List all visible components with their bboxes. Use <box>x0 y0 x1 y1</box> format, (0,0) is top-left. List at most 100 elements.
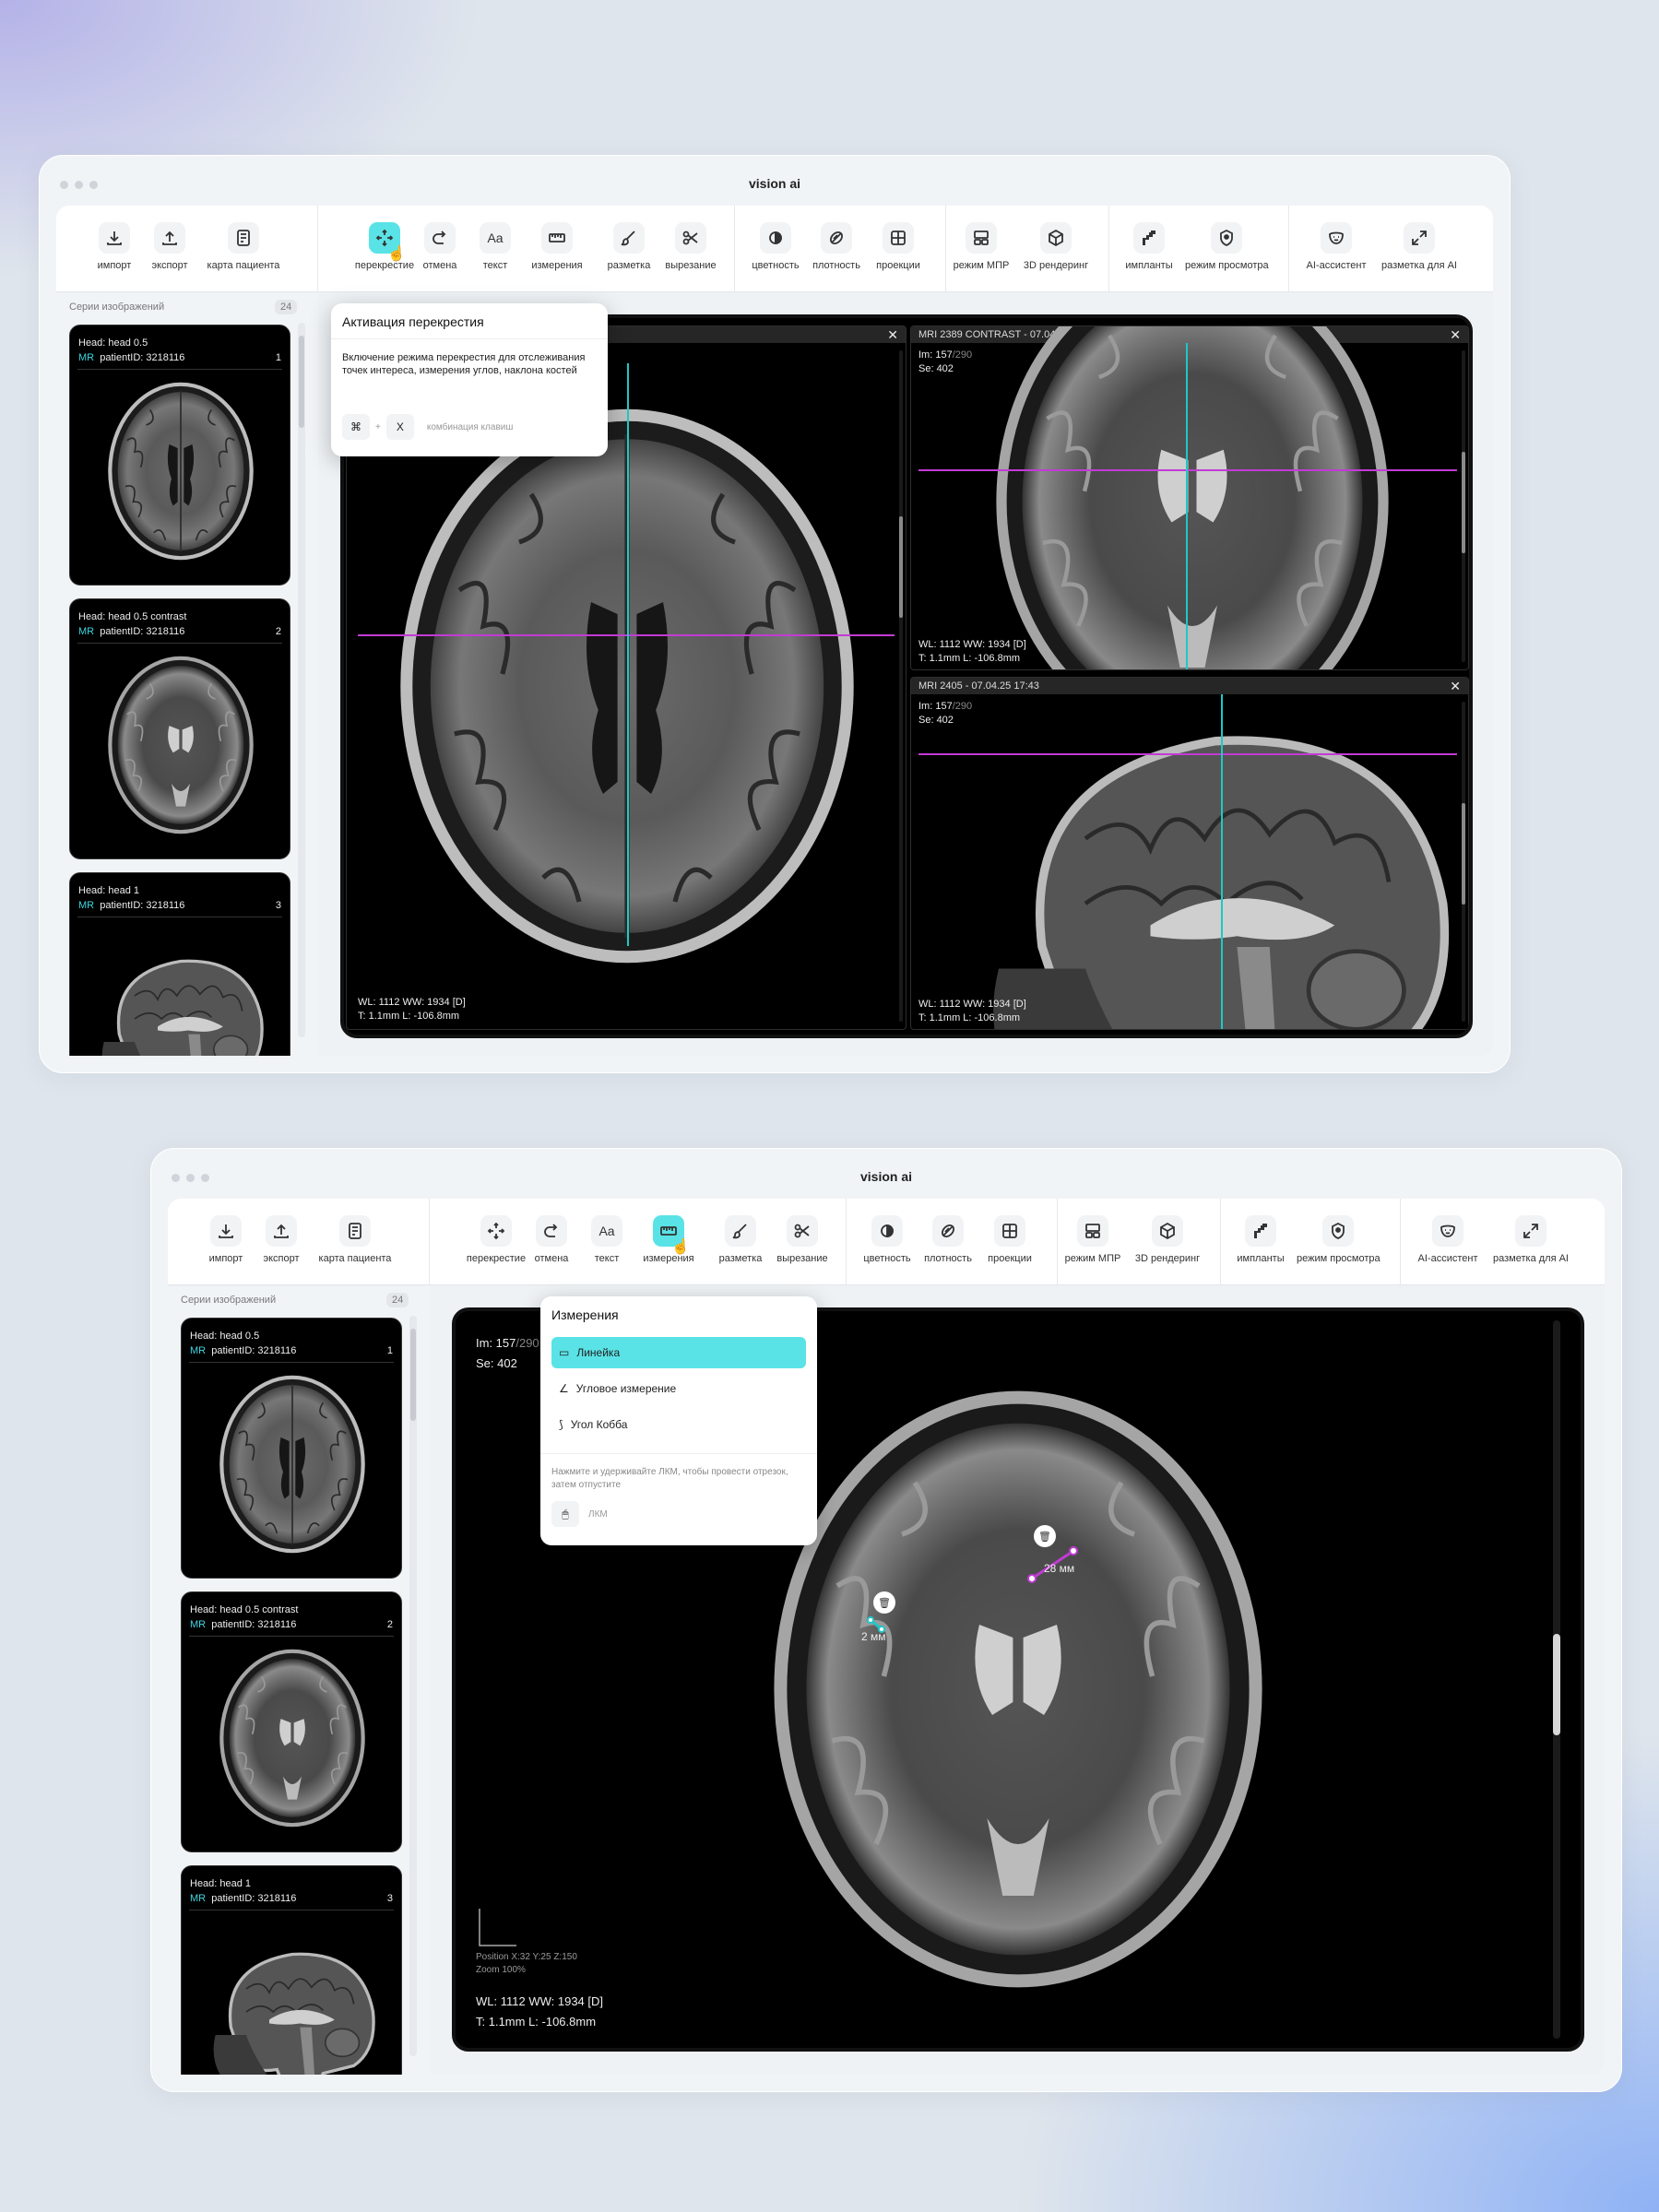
menu-item-cobb-angle[interactable]: ⟆ Угол Кобба <box>551 1409 806 1440</box>
ai-mask-icon <box>1440 1224 1455 1237</box>
crosshair-icon <box>487 1222 505 1240</box>
crosshair-horizontal-line[interactable] <box>918 753 1457 755</box>
upload-icon <box>274 1224 289 1238</box>
document-icon <box>349 1223 361 1239</box>
window-title: vision ai <box>748 176 801 191</box>
series-thumbnail <box>89 927 273 1056</box>
sidebar-header: Серии изображений <box>69 302 165 313</box>
ai-mask-icon <box>1329 231 1344 244</box>
implant-icon <box>1143 231 1155 245</box>
trash-icon[interactable]: 🗑 <box>1034 1525 1056 1547</box>
series-thumbnail <box>89 379 273 563</box>
menu-item-ruler[interactable]: ▭ Линейка <box>551 1337 806 1368</box>
patient-card-button[interactable]: карта пациента <box>314 1215 397 1264</box>
close-icon[interactable]: ✕ <box>1450 327 1461 343</box>
download-icon <box>219 1224 233 1238</box>
layout-icon <box>974 231 989 245</box>
ai-assistant-button[interactable]: AI-ассистент <box>1295 222 1378 271</box>
download-icon <box>107 231 122 245</box>
series-card[interactable]: Head: head 0.5 MR patientID: 3218116 1 <box>181 1318 402 1579</box>
mouse-icon: 🖱 <box>551 1501 579 1527</box>
redo-icon <box>544 1224 558 1237</box>
contrast-icon <box>881 1224 894 1237</box>
sidebar-scrollbar[interactable] <box>409 1316 417 2056</box>
crosshair-horizontal-line[interactable] <box>358 634 895 636</box>
mri-axial-contrast-image <box>985 325 1400 670</box>
series-count-badge: 24 <box>275 300 298 314</box>
viewport-contrast[interactable]: MRI 2389 CONTRAST - 07.04.25 17:43 ✕ Im:… <box>910 325 1469 670</box>
cut-button[interactable]: вырезание <box>761 1215 844 1264</box>
text-icon: Aa <box>487 231 504 245</box>
cube-icon <box>1049 229 1063 247</box>
3d-render-button[interactable]: 3D рендеринг <box>1126 1215 1209 1264</box>
cut-button[interactable]: вырезание <box>649 222 732 271</box>
view-mode-button[interactable]: режим просмотра <box>1185 222 1269 271</box>
mpr-mode-button[interactable]: режим МПР <box>1051 1215 1134 1264</box>
mpr-mode-button[interactable]: режим МПР <box>940 222 1023 271</box>
measurement-label: 28 мм <box>1044 1562 1075 1575</box>
series-card[interactable]: Head: head 1 MR patientID: 3218116 3 <box>181 1865 402 2075</box>
series-card[interactable]: Head: head 0.5 contrast MR patientID: 32… <box>181 1591 402 1852</box>
crosshair-tooltip: Активация перекрестия Включение режима п… <box>331 303 608 456</box>
hand-cursor-icon: ☝ <box>671 1239 690 1255</box>
implants-button[interactable]: импланты <box>1219 1215 1302 1264</box>
sidebar-scrollbar[interactable] <box>298 323 305 1037</box>
layout-icon <box>1085 1224 1100 1238</box>
crosshair-horizontal-line[interactable] <box>918 469 1457 471</box>
viewer-scrollbar[interactable] <box>1553 1320 1560 2039</box>
shortcut-hint: ⌘ + Xкомбинация клавиш <box>342 414 513 440</box>
viewport-scrollbar[interactable] <box>1462 702 1465 1022</box>
app-body: импорт экспорт карта пациента ☝ перекрест… <box>56 206 1493 1056</box>
measurements-menu: Измерения ▭ Линейка ∠ Угловое измерение ⟆ У… <box>540 1296 817 1545</box>
ai-markup-button[interactable]: разметка для AI <box>1489 1215 1572 1264</box>
menu-hint: Нажмите и удерживайте ЛКМ, чтобы провест… <box>551 1467 788 1490</box>
measure-button[interactable]: ☝ измерения <box>627 1215 710 1264</box>
series-thumbnail <box>200 1372 385 1556</box>
scissors-icon <box>794 1224 810 1238</box>
cube-icon <box>1160 1222 1175 1240</box>
grid-icon <box>1002 1224 1017 1238</box>
toolbar: импорт экспорт карта пациента ☝ перекрест… <box>56 206 1493 292</box>
ruler-handle[interactable] <box>1027 1574 1037 1583</box>
ruler-handle[interactable] <box>1069 1546 1078 1555</box>
patient-card-button[interactable]: карта пациента <box>202 222 285 271</box>
series-card[interactable]: Head: head 0.5 contrast MR patientID: 32… <box>69 598 290 859</box>
view-mode-button[interactable]: режим просмотра <box>1297 1215 1381 1264</box>
crosshair-vertical-line[interactable] <box>627 363 629 946</box>
implants-button[interactable]: импланты <box>1108 222 1191 271</box>
expand-icon <box>1523 1224 1538 1238</box>
ruler-handle[interactable] <box>867 1616 874 1624</box>
export-button[interactable]: экспорт <box>128 222 211 271</box>
window-title: vision ai <box>859 1169 913 1184</box>
trash-icon[interactable]: 🗑 <box>873 1591 895 1614</box>
viewport-scrollbar[interactable] <box>899 350 903 1022</box>
ai-assistant-button[interactable]: AI-ассистент <box>1406 1215 1489 1264</box>
mri-sagittal-image <box>948 687 1469 1030</box>
series-card[interactable]: Head: head 1 MR patientID: 3218116 3 <box>69 872 290 1056</box>
export-button[interactable]: экспорт <box>240 1215 323 1264</box>
app-window: vision ai импорт экспорт карта пациента … <box>39 155 1511 1073</box>
viewport-sagittal[interactable]: MRI 2405 - 07.04.25 17:43 ✕ Im: 157/290 S… <box>910 677 1469 1030</box>
ruler-icon <box>549 233 565 242</box>
shield-icon <box>1220 229 1233 246</box>
crosshair-vertical-line[interactable] <box>1221 694 1223 1029</box>
menu-item-angle[interactable]: ∠ Угловое измерение <box>551 1373 806 1404</box>
close-icon[interactable]: ✕ <box>887 327 898 343</box>
series-thumbnail <box>200 1920 385 2075</box>
brush-icon <box>621 231 635 246</box>
crosshair-vertical-line[interactable] <box>1186 343 1188 669</box>
projections-button[interactable]: проекции <box>968 1215 1051 1264</box>
series-thumbnail <box>89 653 273 837</box>
ai-markup-button[interactable]: разметка для AI <box>1378 222 1461 271</box>
ruler-icon: ▭ <box>559 1346 570 1359</box>
brush-icon <box>732 1224 747 1239</box>
series-sidebar: Серии изображений 24 Head: head 0.5 MR p… <box>56 293 318 1056</box>
density-icon <box>830 231 843 244</box>
projections-button[interactable]: проекции <box>857 222 940 271</box>
3d-render-button[interactable]: 3D рендеринг <box>1014 222 1097 271</box>
viewport-scrollbar[interactable] <box>1462 350 1465 662</box>
series-card[interactable]: Head: head 0.5 MR patientID: 3218116 1 <box>69 325 290 586</box>
implant-icon <box>1254 1224 1267 1238</box>
redo-icon <box>433 231 446 244</box>
measure-button[interactable]: измерения <box>515 222 598 271</box>
